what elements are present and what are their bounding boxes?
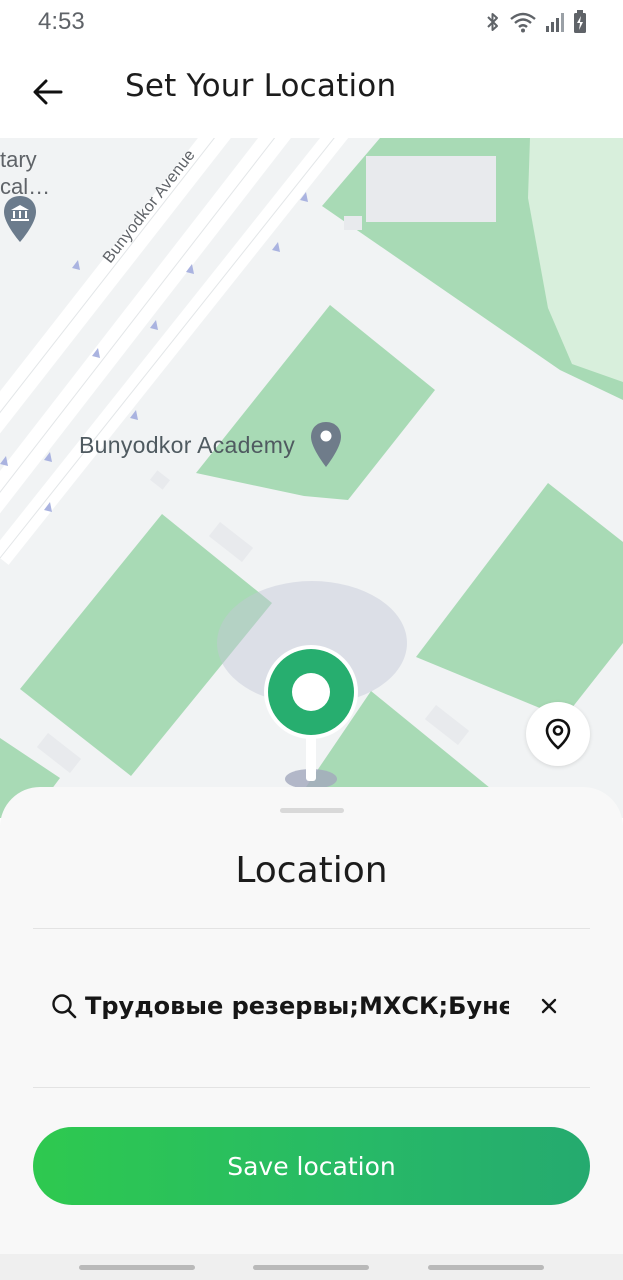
map-view[interactable]: tary cal… Bunyodkor Avenue Bunyodkor Aca… (0, 138, 623, 818)
map-label-line1: tary (0, 147, 37, 172)
back-button[interactable] (22, 66, 74, 118)
location-pin-outline-icon (545, 718, 571, 750)
nav-home-pill[interactable] (253, 1265, 369, 1270)
status-bar: 4:53 (0, 0, 623, 46)
my-location-button[interactable] (526, 702, 590, 766)
save-location-button[interactable]: Save location (33, 1127, 590, 1205)
center-pin-icon[interactable] (262, 643, 360, 803)
system-nav-bar (0, 1254, 623, 1280)
search-icon (52, 994, 77, 1019)
wifi-icon (510, 12, 536, 33)
search-input[interactable] (85, 986, 509, 1026)
status-icons (485, 9, 587, 35)
close-icon (541, 998, 557, 1014)
museum-icon[interactable] (2, 194, 38, 246)
clear-button[interactable] (533, 990, 565, 1022)
divider (33, 928, 590, 929)
sheet-title: Location (235, 850, 388, 891)
status-time: 4:53 (38, 8, 85, 35)
nav-recents-pill[interactable] (79, 1265, 195, 1270)
divider (33, 1087, 590, 1088)
app-header: Set Your Location (0, 46, 623, 138)
search-bar[interactable] (33, 982, 590, 1030)
map-label-top-left: tary cal… (0, 146, 50, 200)
battery-charging-icon (574, 10, 586, 33)
sheet-drag-handle[interactable] (280, 808, 344, 813)
poi-pin-icon[interactable] (309, 420, 343, 470)
page-title: Set Your Location (125, 68, 397, 104)
nav-back-pill[interactable] (428, 1265, 544, 1270)
poi-label[interactable]: Bunyodkor Academy (79, 432, 295, 459)
bluetooth-icon (487, 13, 498, 31)
signal-icon (546, 13, 564, 32)
bottom-sheet: Location Save location (0, 787, 623, 1257)
arrow-left-icon (33, 79, 63, 105)
